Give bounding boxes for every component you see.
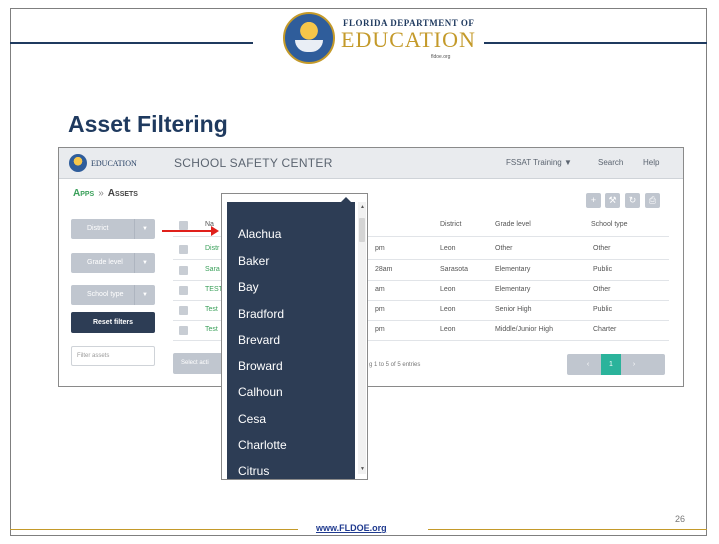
breadcrumb-separator: » [98, 188, 104, 199]
pagination: ‹ 1 › [567, 354, 665, 375]
filter-assets-input[interactable]: Filter assets [71, 346, 155, 366]
row-type: Public [593, 266, 613, 273]
dropdown-scroll-thumb[interactable] [359, 218, 365, 242]
school-type-filter-label: School type [87, 291, 124, 298]
footer-rule-left [10, 529, 298, 530]
entries-info: g 1 to 5 of 5 entries [369, 362, 421, 368]
district-option[interactable]: Bay [238, 280, 259, 294]
row-type: Other [593, 245, 611, 252]
annotation-arrow-head [211, 226, 219, 236]
refresh-icon[interactable]: ↻ [625, 193, 640, 208]
row-district: Sarasota [440, 266, 469, 273]
training-menu[interactable]: FSSAT Training ▼ [506, 158, 572, 167]
app-seal-icon [69, 154, 87, 172]
logo-main-text: EDUCATION [341, 27, 476, 52]
annotation-arrow-line [162, 230, 212, 232]
row-district: Leon [440, 245, 456, 252]
row-time: pm [375, 306, 385, 313]
row-checkbox[interactable] [179, 326, 188, 335]
row-district: Leon [440, 286, 456, 293]
grade-level-filter[interactable]: Grade level ▼ [71, 253, 155, 273]
row-grade: Senior High [495, 306, 532, 313]
row-type: Charter [593, 326, 617, 333]
col-header-district[interactable]: District [440, 221, 461, 228]
row-time: pm [375, 245, 385, 252]
scroll-up-icon[interactable]: ▲ [360, 204, 365, 210]
search-link[interactable]: Search [598, 158, 623, 167]
row-name[interactable]: Test [205, 306, 218, 313]
logo-url-text: fldoe.org [431, 54, 451, 60]
footer-url-link[interactable]: www.FLDOE.org [316, 523, 387, 533]
header-rule-left [10, 42, 253, 44]
dropdown-scrollbar[interactable] [358, 202, 366, 474]
breadcrumb: Apps » Assets [73, 188, 138, 199]
chevron-down-icon[interactable]: ▼ [134, 285, 155, 305]
col-header-school-type[interactable]: School type [591, 221, 628, 228]
district-option[interactable]: Citrus [238, 464, 269, 478]
pager-prev[interactable]: ‹ [579, 354, 597, 375]
florida-seal-icon [283, 12, 335, 64]
row-district: Leon [440, 306, 456, 313]
row-name[interactable]: Sara [205, 266, 220, 273]
breadcrumb-assets: Assets [107, 188, 138, 199]
app-title: SCHOOL SAFETY CENTER [174, 156, 333, 170]
wrench-icon[interactable]: ⚒ [605, 193, 620, 208]
row-checkbox[interactable] [179, 306, 188, 315]
row-name[interactable]: Distr [205, 245, 219, 252]
reset-filters-button[interactable]: Reset filters [71, 312, 155, 333]
district-option[interactable]: Broward [238, 359, 283, 373]
col-header-grade-level[interactable]: Grade level [495, 221, 531, 228]
district-option[interactable]: Charlotte [238, 438, 287, 452]
plus-icon[interactable]: + [586, 193, 601, 208]
select-action-button[interactable]: Select acti [173, 353, 223, 374]
row-grade: Other [495, 245, 513, 252]
row-type: Public [593, 306, 613, 313]
app-screenshot: EDUCATION SCHOOL SAFETY CENTER FSSAT Tra… [58, 147, 684, 387]
fldoe-logo: FLORIDA DEPARTMENT OF EDUCATION fldoe.or… [283, 10, 476, 70]
row-checkbox[interactable] [179, 286, 188, 295]
row-grade: Elementary [495, 266, 531, 273]
app-topbar: EDUCATION SCHOOL SAFETY CENTER FSSAT Tra… [59, 148, 683, 179]
header-rule-right [484, 42, 707, 44]
breadcrumb-apps[interactable]: Apps [73, 188, 94, 199]
district-option[interactable]: Cesa [238, 412, 266, 426]
chevron-down-icon[interactable]: ▼ [134, 253, 155, 273]
footer-rule-right [428, 529, 707, 530]
grade-level-filter-label: Grade level [87, 259, 123, 266]
chevron-down-icon[interactable]: ▼ [134, 219, 155, 239]
row-name[interactable]: Test [205, 326, 218, 333]
row-type: Other [593, 286, 611, 293]
district-filter-label: District [87, 225, 109, 232]
scroll-down-icon[interactable]: ▼ [360, 466, 365, 472]
select-all-checkbox[interactable] [179, 221, 188, 230]
row-district: Leon [440, 326, 456, 333]
row-checkbox[interactable] [179, 266, 188, 275]
page-number: 26 [675, 514, 686, 524]
row-grade: Middle/Junior High [495, 326, 553, 333]
district-option[interactable]: Calhoun [238, 385, 283, 399]
school-type-filter[interactable]: School type ▼ [71, 285, 155, 305]
district-options-list[interactable]: Alachua Baker Bay Bradford Brevard Browa… [227, 202, 355, 479]
row-time: 28am [375, 266, 393, 273]
pager-page-1[interactable]: 1 [601, 354, 621, 375]
row-grade: Elementary [495, 286, 531, 293]
print-icon[interactable]: ⎙ [645, 193, 660, 208]
row-checkbox[interactable] [179, 245, 188, 254]
district-filter[interactable]: District ▼ [71, 219, 155, 239]
district-option[interactable]: Alachua [238, 227, 281, 241]
row-time: am [375, 286, 385, 293]
district-option[interactable]: Brevard [238, 333, 280, 347]
row-time: pm [375, 326, 385, 333]
pager-next[interactable]: › [625, 354, 643, 375]
district-option[interactable]: Baker [238, 254, 269, 268]
district-dropdown[interactable]: Alachua Baker Bay Bradford Brevard Browa… [221, 193, 368, 480]
app-logo-text: EDUCATION [91, 159, 137, 168]
app-logo[interactable]: EDUCATION [69, 153, 161, 173]
slide-title: Asset Filtering [68, 111, 228, 137]
help-link[interactable]: Help [643, 158, 659, 167]
district-option[interactable]: Bradford [238, 307, 284, 321]
